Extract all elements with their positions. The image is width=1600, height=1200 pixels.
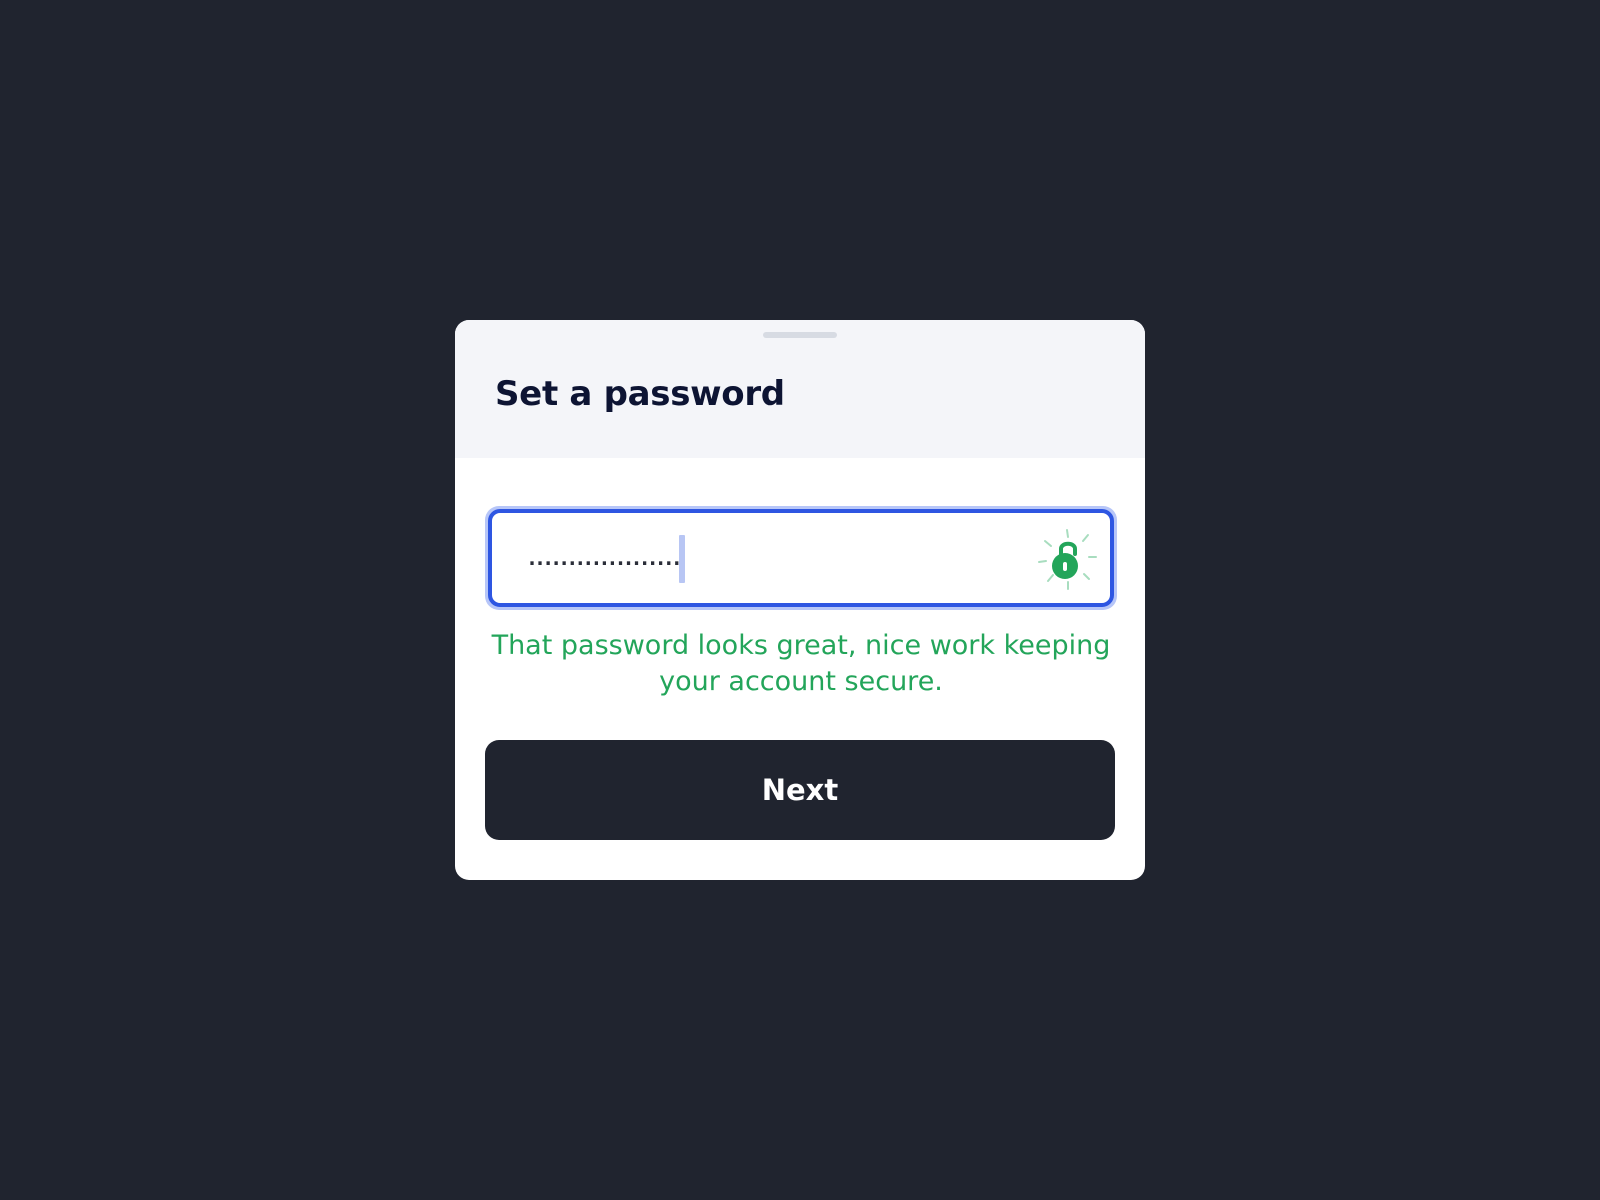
next-button[interactable]: Next: [485, 740, 1115, 840]
password-field-focus-ring: ...................: [485, 506, 1117, 610]
masked-password-value: ...................: [526, 546, 683, 570]
unlocked-padlock-icon: [1035, 527, 1101, 593]
text-caret: [679, 535, 685, 583]
dialog-title: Set a password: [495, 374, 785, 414]
password-input[interactable]: ...................: [488, 509, 1114, 607]
drag-handle[interactable]: [763, 332, 837, 338]
page-backdrop: Set a password ................... That …: [0, 0, 1600, 1200]
set-password-dialog: Set a password ................... That …: [455, 320, 1145, 880]
dialog-header: Set a password: [455, 320, 1145, 458]
password-strength-message: That password looks great, nice work kee…: [491, 630, 1111, 697]
